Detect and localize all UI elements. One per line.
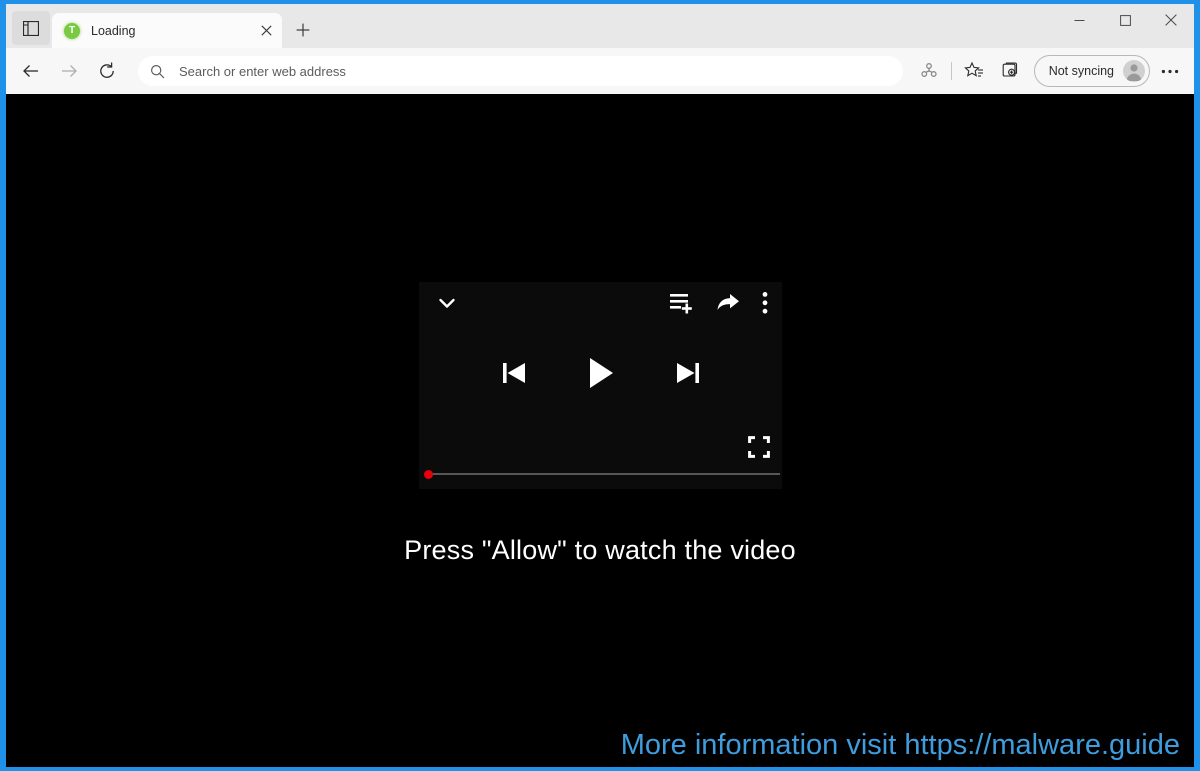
profile-label: Not syncing [1048, 64, 1114, 78]
close-window-button[interactable] [1148, 4, 1194, 36]
maximize-button[interactable] [1102, 4, 1148, 36]
play-button[interactable] [586, 356, 616, 395]
ellipsis-icon [1161, 69, 1179, 73]
progress-track [427, 473, 780, 475]
browser-tab[interactable]: T Loading [52, 13, 282, 48]
extensions-button[interactable] [914, 56, 944, 86]
navigation-toolbar: Not syncing [6, 48, 1194, 94]
previous-track-icon [502, 363, 525, 383]
collections-button[interactable] [995, 56, 1025, 86]
player-center-controls [419, 356, 782, 395]
extensions-icon [921, 63, 937, 77]
add-to-queue-icon [670, 293, 692, 313]
maximize-icon [1119, 14, 1131, 26]
address-bar[interactable] [138, 56, 903, 86]
refresh-button[interactable] [90, 54, 124, 88]
kebab-menu-icon [762, 291, 768, 314]
tab-title: Loading [91, 23, 136, 38]
collapse-button[interactable] [435, 291, 459, 320]
minimize-button[interactable] [1056, 4, 1102, 36]
plus-icon [296, 23, 310, 37]
favorites-button[interactable] [959, 56, 989, 86]
tab-favicon-letter: T [68, 24, 76, 36]
avatar-glyph-icon [1126, 64, 1142, 81]
address-input[interactable] [177, 62, 891, 80]
avatar-icon [1123, 60, 1145, 82]
collections-icon [1002, 62, 1017, 77]
browser-window: T Loading Search or enter web address No… [6, 4, 1194, 767]
progress-handle[interactable] [424, 470, 433, 479]
arrow-left-icon [23, 65, 38, 77]
player-top-right-actions [670, 291, 768, 320]
toolbar-divider [950, 62, 952, 80]
arrow-right-icon [62, 65, 77, 77]
chevron-down-icon [439, 298, 455, 308]
tab-actions-icon [23, 20, 39, 36]
watermark-text: More information visit https://malware.g… [620, 729, 1180, 761]
close-icon [1165, 14, 1177, 26]
profile-button[interactable]: Not syncing [1033, 55, 1150, 87]
desktop-background: T Loading Search or enter web address No… [0, 0, 1200, 771]
more-options-button[interactable] [1154, 56, 1186, 86]
next-track-icon [676, 363, 699, 383]
tab-favicon-icon: T [64, 22, 80, 39]
refresh-icon [100, 62, 114, 78]
add-to-queue-button[interactable] [670, 292, 694, 319]
search-icon [150, 64, 165, 78]
share-arrow-icon [717, 293, 739, 310]
previous-button[interactable] [500, 358, 528, 393]
forward-button[interactable] [52, 54, 86, 88]
allow-message: Press "Allow" to watch the video [404, 535, 796, 565]
tab-close-button[interactable] [254, 19, 278, 43]
tab-strip: T Loading [6, 4, 1194, 48]
window-controls [1056, 4, 1194, 36]
player-more-button[interactable] [762, 291, 768, 320]
fullscreen-button[interactable] [748, 436, 770, 463]
player-progress-bar[interactable] [419, 468, 782, 480]
back-button[interactable] [14, 54, 48, 88]
new-tab-button[interactable] [288, 15, 318, 45]
next-button[interactable] [674, 358, 702, 393]
favorites-icon [963, 61, 983, 77]
video-player[interactable] [419, 282, 782, 489]
close-icon [260, 25, 272, 36]
tab-actions-button[interactable] [12, 11, 50, 45]
share-button[interactable] [716, 292, 740, 319]
minimize-icon [1074, 19, 1084, 21]
player-top-bar [419, 282, 782, 328]
fullscreen-icon [748, 436, 770, 458]
play-icon [589, 358, 613, 388]
page-content: Press "Allow" to watch the video More in… [6, 94, 1194, 767]
